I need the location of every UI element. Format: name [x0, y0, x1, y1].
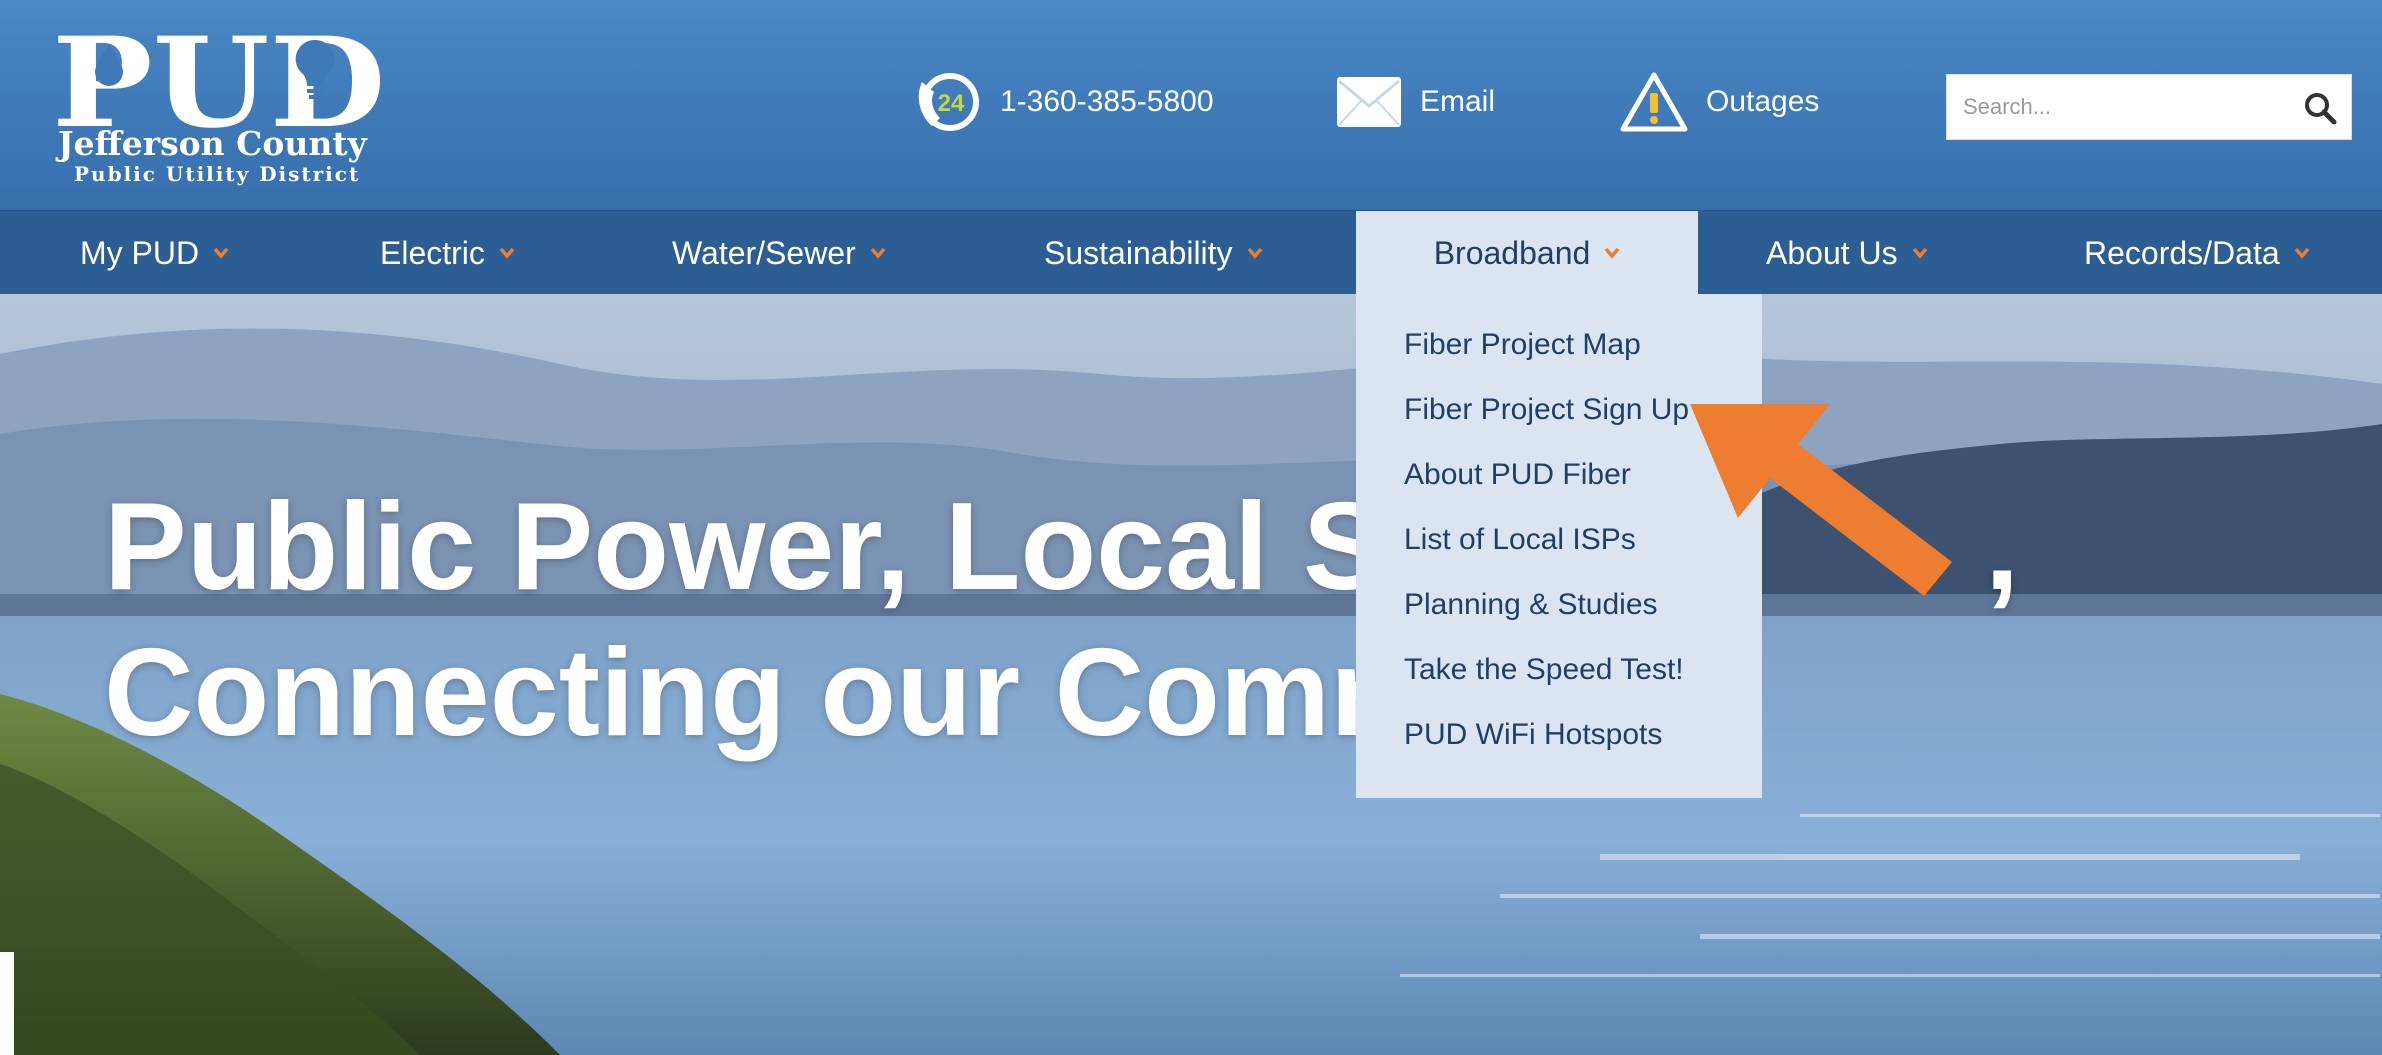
nav-item-label: Broadband [1433, 234, 1591, 271]
email-link[interactable]: Email [1336, 66, 1495, 138]
outages-link[interactable]: Outages [1620, 66, 1819, 138]
page: PUD Jefferson County Public Utility Dist… [0, 0, 2382, 1055]
nav-item-label: Electric [380, 234, 485, 271]
main-nav: My PUD Electric Water/Sewer Sustainabili… [0, 210, 2382, 295]
dropdown-item-wifi-hotspots[interactable]: PUD WiFi Hotspots [1356, 718, 1762, 783]
nav-item-label: Water/Sewer [672, 234, 856, 271]
edge-artifact [0, 952, 14, 1055]
dropdown-item-list-of-local-isps[interactable]: List of Local ISPs [1356, 523, 1762, 588]
search-icon[interactable] [2303, 91, 2337, 125]
warning-triangle-icon [1620, 72, 1688, 132]
nav-item-label: About Us [1766, 234, 1898, 271]
outages-label: Outages [1706, 85, 1820, 118]
chevron-down-icon [1247, 247, 1262, 259]
search-input[interactable] [1947, 75, 2287, 139]
dropdown-item-speed-test[interactable]: Take the Speed Test! [1356, 653, 1762, 718]
dropdown-item-planning-studies[interactable]: Planning & Studies [1356, 588, 1762, 653]
chevron-down-icon [499, 247, 515, 259]
nav-item-about-us[interactable]: About Us [1766, 211, 1928, 295]
chevron-down-icon [2294, 247, 2309, 259]
lightbulb-icon [295, 39, 335, 99]
phone-number: 1-360-385-5800 [1000, 85, 1214, 118]
nav-item-label: Records/Data [2084, 234, 2280, 271]
chevron-down-icon [213, 247, 229, 259]
logo-county-text: Jefferson County [58, 124, 367, 163]
nav-item-broadband[interactable]: Broadband [1356, 211, 1698, 295]
dropdown-item-fiber-project-map[interactable]: Fiber Project Map [1356, 328, 1762, 393]
site-header: PUD Jefferson County Public Utility Dist… [0, 0, 2382, 210]
nav-item-electric[interactable]: Electric [380, 211, 515, 295]
phone-link[interactable]: 24 1-360-385-5800 [914, 66, 1214, 138]
email-label: Email [1420, 85, 1496, 118]
water-drop-icon [95, 44, 123, 86]
broadband-dropdown-menu: Fiber Project Map Fiber Project Sign Up … [1356, 294, 1762, 798]
nav-item-water-sewer[interactable]: Water/Sewer [672, 211, 886, 295]
nav-item-label: My PUD [80, 234, 200, 271]
pud-logo[interactable]: PUD Jefferson County Public Utility Dist… [52, 22, 386, 187]
dropdown-item-about-pud-fiber[interactable]: About PUD Fiber [1356, 458, 1762, 523]
nav-item-my-pud[interactable]: My PUD [80, 211, 229, 295]
nav-item-sustainability[interactable]: Sustainability [1044, 211, 1263, 295]
chevron-down-icon [870, 247, 886, 259]
chevron-down-icon [1912, 247, 1927, 259]
phone-badge-text: 24 [938, 90, 965, 117]
phone-24-icon: 24 [918, 73, 979, 131]
nav-item-label: Sustainability [1044, 234, 1233, 271]
search-box [1946, 74, 2352, 140]
dropdown-item-fiber-project-sign-up[interactable]: Fiber Project Sign Up [1356, 393, 1762, 458]
chevron-down-icon [1604, 247, 1620, 259]
hero-banner: Public Power, Local Se, Connecting our C… [0, 294, 2382, 1055]
logo-district-text: Public Utility District [74, 162, 361, 186]
nav-item-records-data[interactable]: Records/Data [2084, 211, 2310, 295]
envelope-icon [1337, 77, 1401, 127]
